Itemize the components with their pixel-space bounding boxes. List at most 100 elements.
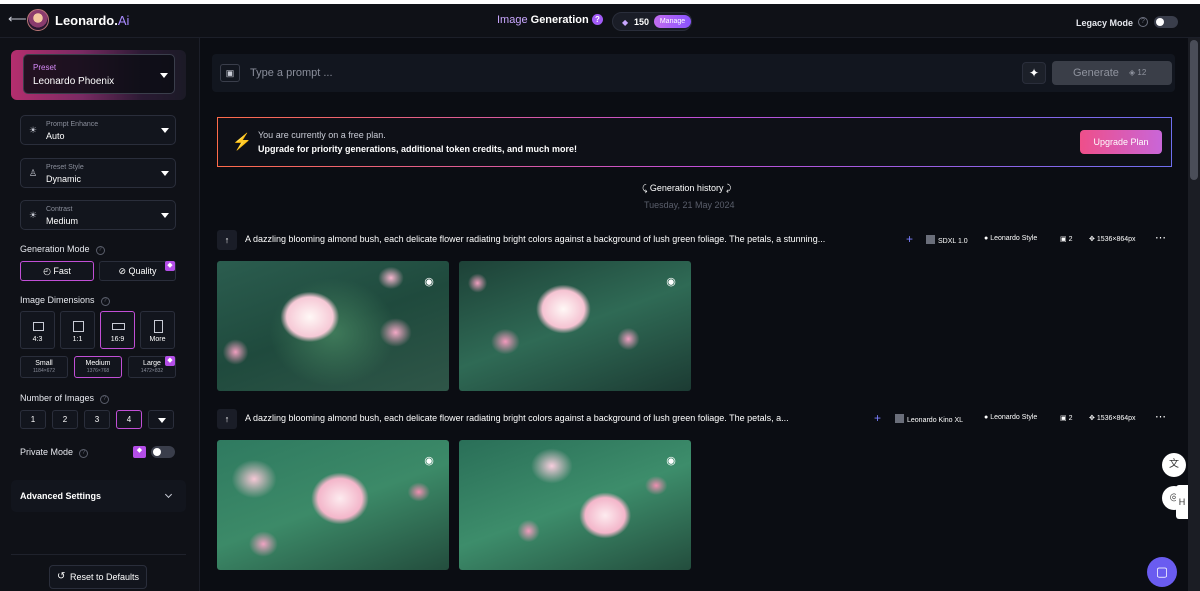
image-upload-icon[interactable]: ▣ [220, 64, 240, 82]
help-icon[interactable]: ? [95, 246, 105, 255]
legacy-mode-help-icon[interactable]: ? [1138, 17, 1148, 27]
resize-icon: ✥ [1089, 415, 1097, 422]
legacy-mode-label: Legacy Mode [1076, 18, 1134, 28]
generation-row: ↑ A dazzling blooming almond bush, each … [217, 230, 1177, 250]
ratio-16-9-button[interactable]: 16:9 [100, 311, 135, 349]
generated-image[interactable]: ◉ [459, 440, 691, 570]
images-count-1-button[interactable]: 1 [20, 410, 46, 429]
size-medium-button[interactable]: Medium 1376×768 [74, 356, 122, 378]
generated-image[interactable]: ◉ [217, 440, 449, 570]
manage-button[interactable]: Manage [654, 15, 691, 28]
size-value: 1536×864px [1096, 415, 1136, 422]
sparkle-icon[interactable]: ✦ [1022, 62, 1046, 84]
size-small-button[interactable]: Small 1184×672 [20, 356, 68, 378]
upgrade-plan-button[interactable]: Upgrade Plan [1080, 130, 1162, 154]
size-dims: 1472×832 [140, 368, 164, 374]
app-name: Leonardo. [55, 13, 118, 28]
check-circle-icon: ⊘ [118, 266, 129, 276]
generation-prompt[interactable]: A dazzling blooming almond bush, each de… [245, 413, 789, 423]
eye-icon[interactable]: ◉ [663, 455, 679, 467]
eye-icon[interactable]: ◉ [421, 276, 437, 288]
number-of-images-label: Number of Images [20, 393, 95, 403]
chevron-down-icon [161, 128, 169, 133]
mode-fast-label: Fast [53, 266, 71, 276]
generation-mode-label: Generation Mode [20, 244, 90, 254]
legacy-mode-toggle[interactable] [1154, 16, 1178, 28]
scrollbar[interactable] [1188, 38, 1200, 591]
model-icon [895, 414, 904, 423]
premium-gem-icon: ◆ [133, 446, 146, 458]
generation-row: ↑ A dazzling blooming almond bush, each … [217, 409, 1177, 429]
contrast-label: Contrast [46, 206, 73, 213]
chevron-down-icon [164, 490, 173, 499]
image-count: 2 [1068, 236, 1073, 243]
ratio-label: 4:3 [32, 336, 43, 343]
mode-fast-button[interactable]: ◴ Fast [20, 261, 94, 281]
images-count-3-button[interactable]: 3 [84, 410, 110, 429]
app-logo[interactable]: Leonardo.Ai [55, 13, 129, 28]
contrast-select[interactable]: ☀ Contrast Medium [20, 200, 176, 230]
prompt-input[interactable] [250, 62, 1010, 84]
ratio-label: 16:9 [110, 336, 125, 343]
side-panel-tab[interactable]: H [1176, 485, 1188, 519]
lightning-icon: ⚡ [232, 134, 252, 151]
size-name: Medium [85, 360, 111, 367]
settings-sidebar: Preset Leonardo Phoenix ☀ Prompt Enhance… [0, 38, 200, 591]
scrollbar-thumb[interactable] [1190, 40, 1198, 180]
advanced-settings-toggle[interactable]: Advanced Settings [11, 480, 186, 512]
eye-icon[interactable]: ◉ [421, 455, 437, 467]
prompt-enhance-select[interactable]: ☀ Prompt Enhance Auto [20, 115, 176, 145]
preset-card: Preset Leonardo Phoenix [11, 50, 186, 100]
translate-icon[interactable]: 文 [1162, 453, 1186, 477]
image-count-info: ▣ 2 [1060, 414, 1072, 422]
images-count-more-button[interactable] [148, 410, 174, 429]
generated-image[interactable]: ◉ [217, 261, 449, 391]
prompt-bar: ▣ ✦ Generate ◈ 12 [212, 54, 1175, 92]
preset-style-select[interactable]: ♙ Preset Style Dynamic [20, 158, 176, 188]
preset-value: Leonardo Phoenix [33, 76, 115, 87]
help-icon[interactable]: ? [100, 395, 110, 404]
style-info: ● Leonardo Style [984, 235, 1037, 242]
add-icon[interactable]: + [874, 411, 881, 425]
help-icon[interactable]: ? [79, 449, 89, 458]
more-options-icon[interactable]: ⋯ [1155, 231, 1167, 244]
token-balance: ◆ 150 Manage [612, 12, 692, 31]
ratio-1-1-button[interactable]: 1:1 [60, 311, 95, 349]
top-bar: ⟵ Leonardo.Ai Image Generation ? ◆ 150 M… [0, 0, 1200, 38]
more-options-icon[interactable]: ⋯ [1155, 410, 1167, 423]
private-mode-toggle[interactable] [151, 446, 175, 458]
ratio-label: More [149, 336, 166, 343]
reuse-prompt-icon[interactable]: ↑ [217, 230, 237, 250]
ratio-more-button[interactable]: More [140, 311, 175, 349]
premium-gem-icon: ◆ [165, 356, 175, 366]
images-count-2-button[interactable]: 2 [52, 410, 78, 429]
reset-defaults-button[interactable]: ↺ Reset to Defaults [49, 565, 147, 589]
help-icon[interactable]: ? [592, 14, 603, 25]
reuse-prompt-icon[interactable]: ↑ [217, 409, 237, 429]
ratio-shape-icon [112, 323, 125, 330]
help-icon[interactable]: ? [100, 297, 110, 306]
chevron-down-icon [161, 213, 169, 218]
ratio-4-3-button[interactable]: 4:3 [20, 311, 55, 349]
generated-image[interactable]: ◉ [459, 261, 691, 391]
preset-style-value: Dynamic [46, 174, 82, 184]
generate-button[interactable]: Generate ◈ 12 [1052, 61, 1172, 85]
app-name-suffix: Ai [117, 13, 130, 28]
eye-icon[interactable]: ◉ [663, 276, 679, 288]
chevron-down-icon [160, 73, 168, 78]
style-icon: ♙ [29, 168, 38, 178]
avatar[interactable] [27, 9, 49, 31]
number-of-images-title: Number of Images? [20, 393, 110, 404]
chat-icon[interactable]: ▢ [1147, 557, 1177, 587]
preset-select[interactable]: Preset Leonardo Phoenix [23, 54, 175, 94]
collapse-sidebar-icon[interactable]: ⟵ [8, 12, 27, 26]
model-name: SDXL 1.0 [938, 238, 968, 245]
images-count-4-button[interactable]: 4 [116, 410, 142, 429]
size-info: ✥ 1536×864px [1089, 235, 1136, 243]
mode-quality-label: Quality [128, 266, 157, 276]
image-count-info: ▣ 2 [1060, 235, 1072, 243]
add-icon[interactable]: + [906, 232, 913, 246]
generation-prompt[interactable]: A dazzling blooming almond bush, each de… [245, 234, 825, 244]
advanced-settings-label: Advanced Settings [20, 491, 102, 501]
ratio-label: 1:1 [72, 336, 83, 343]
